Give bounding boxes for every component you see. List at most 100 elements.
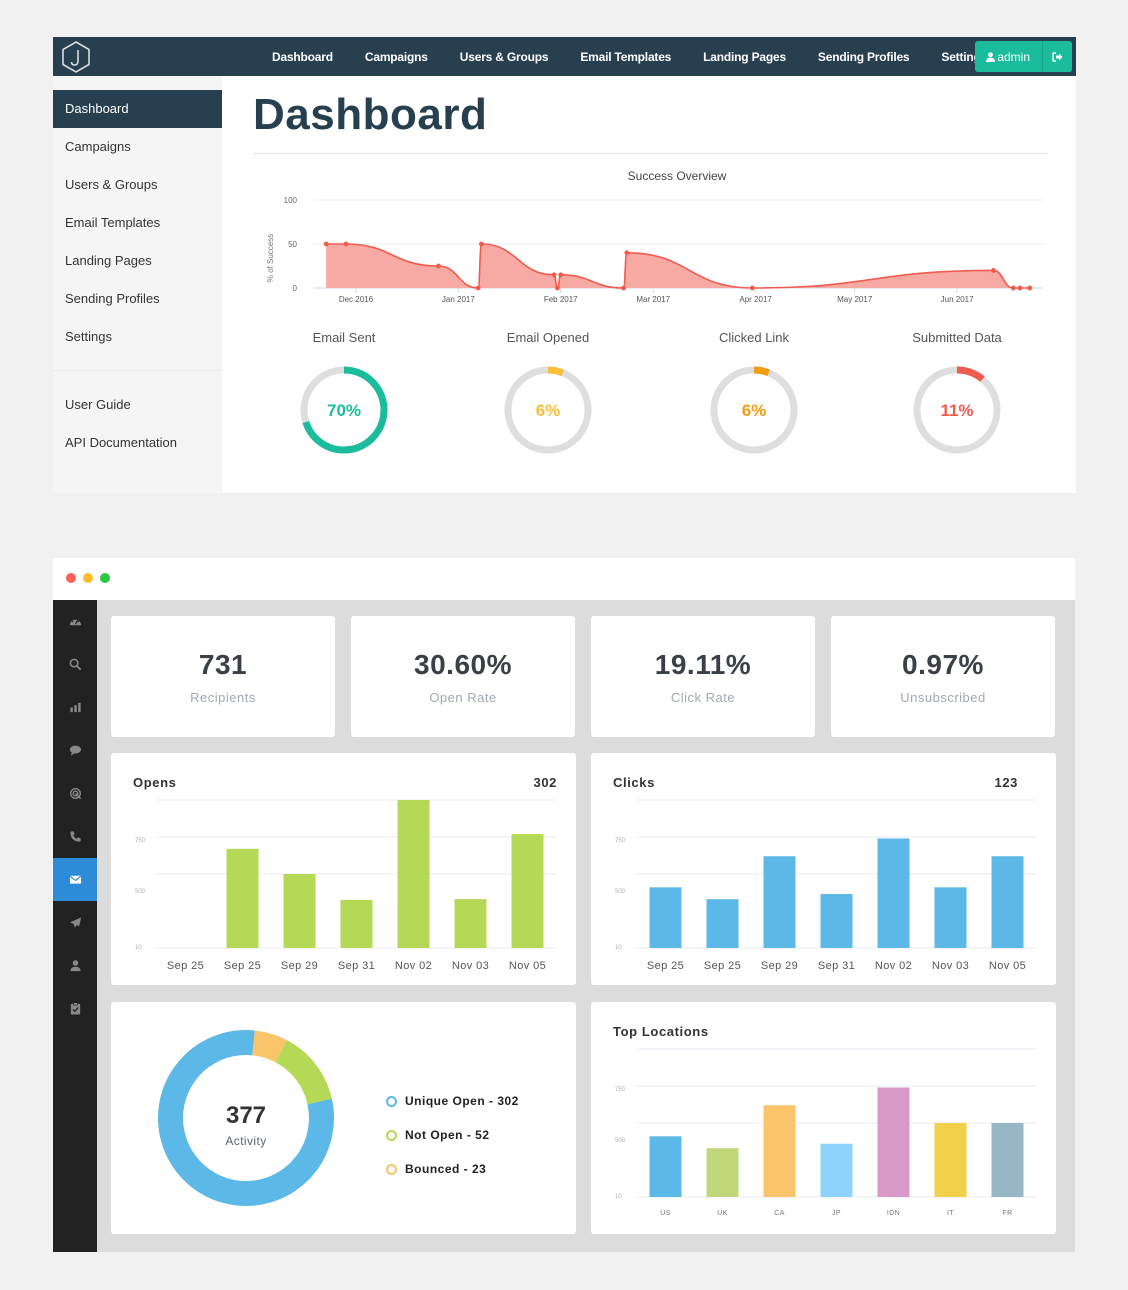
bar[interactable]	[454, 899, 487, 948]
analytics-app: 731 Recipients 30.60% Open Rate 19.11% C…	[53, 558, 1075, 1252]
bar[interactable]	[763, 856, 796, 948]
window-minimize-button[interactable]	[83, 573, 93, 583]
stat-value: 30.60%	[414, 649, 512, 680]
nav-landing-pages[interactable]: Landing Pages	[703, 50, 786, 64]
sidebar-item-campaigns[interactable]: Campaigns	[53, 128, 222, 166]
sidebar-item-sending-profiles[interactable]: Sending Profiles	[53, 280, 222, 318]
nav-dashboard[interactable]: Dashboard	[272, 50, 333, 64]
logo-icon[interactable]	[59, 40, 93, 74]
logout-button[interactable]	[1042, 41, 1072, 72]
nav-sending-profiles[interactable]: Sending Profiles	[818, 50, 910, 64]
nav-search[interactable]	[53, 643, 97, 686]
data-point[interactable]	[436, 263, 441, 269]
donut-chart: 6%	[710, 366, 798, 454]
bar[interactable]	[820, 893, 853, 948]
bar-chart-icon	[69, 702, 81, 713]
activity-card: 377 Activity Unique Open - 302 Not Open …	[111, 1002, 576, 1234]
x-tick-label: IT	[947, 1210, 954, 1217]
data-point[interactable]	[1027, 285, 1033, 291]
x-tick-label: Feb 2017	[544, 295, 578, 304]
x-tick-label: Sep 29	[281, 960, 318, 972]
x-tick-label: Nov 02	[395, 960, 432, 972]
x-tick-label: Apr 2017	[739, 295, 772, 304]
data-point[interactable]	[621, 285, 626, 291]
legend-item-not-open: Not Open - 52	[386, 1118, 519, 1152]
sidebar-item-settings[interactable]: Settings	[53, 318, 222, 356]
nav-users-groups[interactable]: Users & Groups	[460, 50, 549, 64]
data-point[interactable]	[624, 250, 630, 256]
donut-chart: 6%	[504, 366, 592, 454]
data-point[interactable]	[749, 285, 755, 291]
y-tick-label: 500	[135, 889, 146, 895]
data-point[interactable]	[558, 272, 564, 278]
bar[interactable]	[226, 848, 259, 948]
data-point[interactable]	[323, 241, 329, 247]
bar[interactable]	[877, 838, 910, 948]
bar[interactable]	[763, 1105, 796, 1197]
donut-email-opened: Email Opened 6%	[488, 330, 608, 463]
x-tick-label: Dec 2016	[339, 295, 374, 304]
admin-label: admin	[997, 49, 1030, 64]
page-title: Dashboard	[253, 90, 488, 139]
x-tick-label: Mar 2017	[636, 295, 670, 304]
top-locations-card: Top Locations 750 500 10 US UK CA JP IDN IT FR	[591, 1002, 1056, 1234]
window-close-button[interactable]	[66, 573, 76, 583]
sidebar-item-api-docs[interactable]: API Documentation	[53, 424, 222, 462]
bar[interactable]	[649, 1136, 682, 1197]
nav-tasks[interactable]	[53, 987, 97, 1030]
x-tick-label: Sep 31	[338, 960, 375, 972]
admin-button[interactable]: admin	[975, 41, 1042, 72]
bar[interactable]	[706, 899, 739, 948]
sidebar-item-user-guide[interactable]: User Guide	[53, 386, 222, 424]
data-point[interactable]	[551, 272, 557, 278]
x-tick-label: Jun 2017	[941, 295, 974, 304]
search-icon	[69, 658, 81, 671]
bar[interactable]	[934, 1123, 967, 1197]
bar[interactable]	[934, 887, 967, 948]
data-point[interactable]	[555, 285, 560, 291]
bar[interactable]	[820, 1143, 853, 1197]
nav-email-templates[interactable]: Email Templates	[580, 50, 671, 64]
nav-contacts[interactable]	[53, 944, 97, 987]
bar[interactable]	[649, 887, 682, 948]
bar[interactable]	[511, 834, 544, 948]
bar[interactable]	[340, 899, 373, 948]
icon-sidebar	[53, 600, 97, 1252]
window-maximize-button[interactable]	[100, 573, 110, 583]
bar[interactable]	[991, 1123, 1024, 1197]
data-point[interactable]	[991, 268, 996, 273]
bar[interactable]	[397, 800, 430, 948]
bar[interactable]	[877, 1087, 910, 1197]
sidebar-item-dashboard[interactable]: Dashboard	[53, 90, 222, 128]
nav-reports[interactable]	[53, 686, 97, 729]
nav-targeting[interactable]	[53, 772, 97, 815]
x-tick-label: Nov 05	[989, 960, 1026, 972]
bar[interactable]	[991, 856, 1024, 948]
data-point[interactable]	[1010, 285, 1016, 291]
nav-send[interactable]	[53, 901, 97, 944]
data-point[interactable]	[343, 241, 349, 247]
clicks-card: Clicks 123 750 500 10 Sep 25 Sep 25 Sep 29 Sep…	[591, 753, 1056, 985]
legend-marker	[386, 1095, 397, 1107]
x-tick-label: Nov 02	[875, 960, 912, 972]
bar[interactable]	[706, 1148, 739, 1197]
clicks-bar-chart: 750 500 10 Sep 25 Sep 25 Sep 29 Sep 31 Nov 02 No…	[615, 799, 1036, 972]
nav-calls[interactable]	[53, 815, 97, 858]
nav-dashboard[interactable]	[53, 600, 97, 643]
bar[interactable]	[283, 874, 316, 948]
sidebar-item-email-templates[interactable]: Email Templates	[53, 204, 222, 242]
data-point[interactable]	[1017, 285, 1023, 291]
nav-campaigns[interactable]: Campaigns	[365, 50, 428, 64]
nav-messages[interactable]	[53, 729, 97, 772]
data-point[interactable]	[479, 241, 484, 247]
chart-title: Success Overview	[628, 169, 727, 183]
sidebar-item-users-groups[interactable]: Users & Groups	[53, 166, 222, 204]
donut-segment[interactable]	[275, 1040, 332, 1105]
sidebar-item-landing-pages[interactable]: Landing Pages	[53, 242, 222, 280]
x-tick-label: Sep 25	[224, 960, 261, 972]
x-tick-label: Nov 05	[509, 960, 546, 972]
data-point[interactable]	[475, 285, 481, 291]
stat-card-recipients: 731 Recipients	[111, 616, 335, 737]
x-tick-label: Sep 25	[167, 960, 204, 972]
nav-email[interactable]	[53, 858, 97, 901]
